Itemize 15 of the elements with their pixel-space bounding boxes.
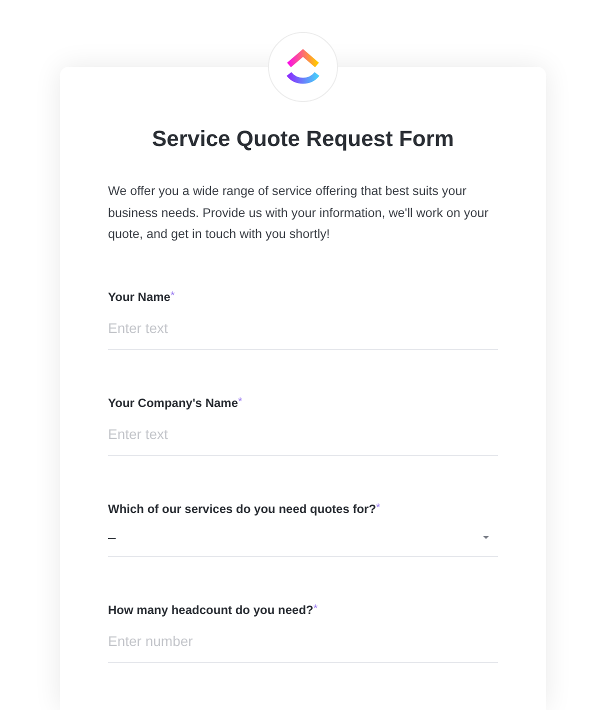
form-title: Service Quote Request Form xyxy=(151,125,455,153)
number-input[interactable]: Enter number xyxy=(108,620,498,662)
text-input[interactable]: Enter text xyxy=(108,412,498,456)
field-label: Which of our services do you need quotes for? xyxy=(108,500,376,516)
caret-down-icon xyxy=(483,536,489,538)
form-description: We offer you a wide range of service offering that best suits your business needs. Provide us with your information, we'll work on your quote, and get in touch with you shortly! xyxy=(108,183,490,243)
field-label: How many headcount do you need? xyxy=(108,602,314,618)
field-label: Your Name xyxy=(108,288,170,304)
service-select[interactable]: – xyxy=(108,518,498,556)
required-mark: * xyxy=(376,500,380,514)
text-input[interactable]: Enter text xyxy=(108,306,498,350)
required-mark: * xyxy=(170,288,175,302)
field-label: Your Company's Name xyxy=(108,394,238,410)
required-mark: * xyxy=(238,394,242,408)
required-mark: * xyxy=(313,602,318,616)
